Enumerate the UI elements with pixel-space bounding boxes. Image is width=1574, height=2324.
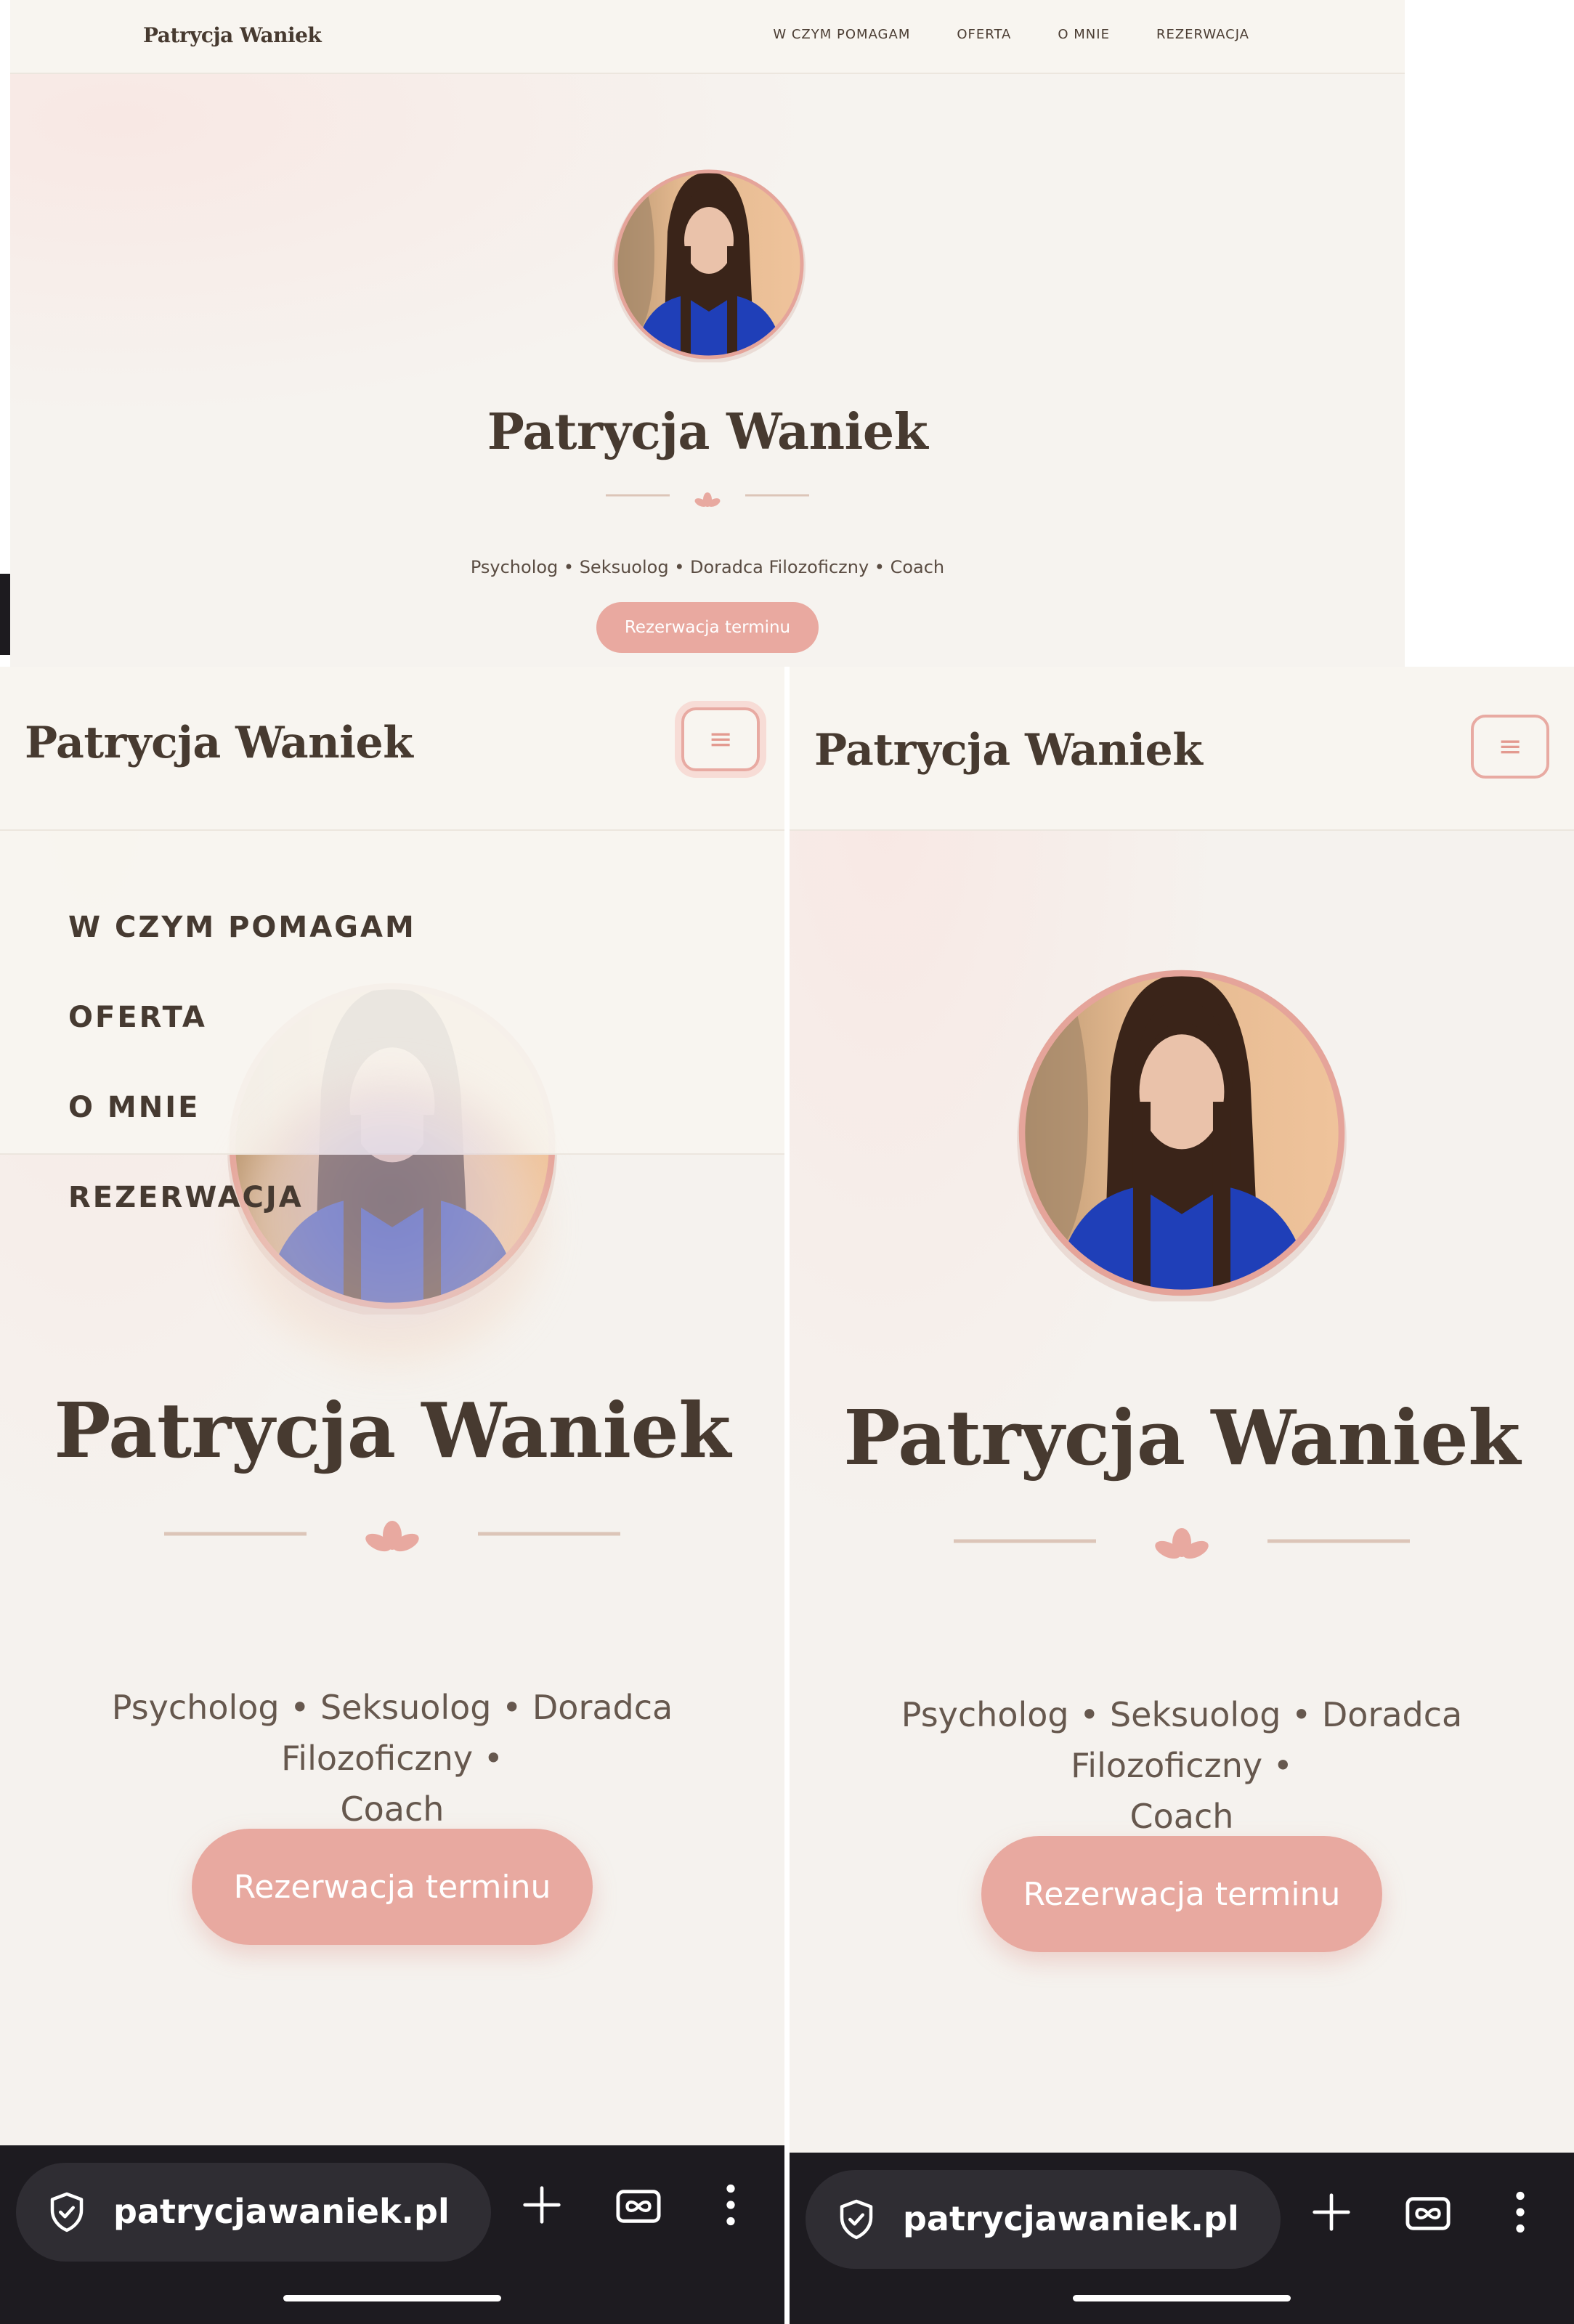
- tagline-line-2: Coach: [1129, 1797, 1234, 1836]
- tab-switcher-icon[interactable]: [616, 2189, 661, 2224]
- hero-title: Patrycja Waniek: [843, 1393, 1520, 1482]
- url-text: patrycjawaniek.pl: [113, 2192, 450, 2231]
- blurred-photo-backdrop: [238, 1078, 543, 1383]
- desktop-view: Patrycja Waniek W CZYM POMAGAM OFERTA O …: [10, 0, 1405, 668]
- hamburger-icon: ≡: [1498, 730, 1522, 763]
- new-tab-plus-icon[interactable]: [522, 2185, 562, 2225]
- brand-logo[interactable]: Patrycja Waniek: [814, 725, 1203, 776]
- more-vertical-icon[interactable]: [725, 2183, 737, 2227]
- nav-item-o-mnie[interactable]: O MNIE: [1058, 27, 1110, 42]
- lotus-divider: [164, 1521, 620, 1552]
- booking-button[interactable]: Rezerwacja terminu: [981, 1836, 1382, 1952]
- booking-button[interactable]: Rezerwacja terminu: [596, 602, 819, 653]
- tagline-line-1: Psycholog • Seksuolog • Doradca Filozofi…: [111, 1688, 673, 1778]
- tagline-line-1: Psycholog • Seksuolog • Doradca Filozofi…: [901, 1695, 1463, 1785]
- window-edge: [0, 574, 10, 655]
- browser-toolbar: patrycjawaniek.pl: [790, 2153, 1574, 2324]
- mobile-header: Patrycja Waniek ≡: [790, 667, 1574, 831]
- booking-button[interactable]: Rezerwacja terminu: [192, 1829, 593, 1945]
- shield-check-icon: [840, 2199, 873, 2240]
- address-bar[interactable]: patrycjawaniek.pl: [16, 2163, 491, 2262]
- gesture-bar: [1073, 2295, 1291, 2301]
- nav-item-w-czym-pomagam[interactable]: W CZYM POMAGAM: [773, 27, 910, 42]
- nav-item-w-czym-pomagam[interactable]: W CZYM POMAGAM: [68, 911, 416, 944]
- lotus-icon: [365, 1521, 419, 1552]
- nav-item-oferta[interactable]: OFERTA: [68, 1001, 207, 1034]
- hero-title: Patrycja Waniek: [54, 1386, 731, 1475]
- nav-menu: W CZYM POMAGAM OFERTA O MNIE REZERWACJA: [773, 27, 1249, 42]
- nav-item-oferta[interactable]: OFERTA: [957, 27, 1011, 42]
- mobile-nav-dropdown: W CZYM POMAGAM OFERTA O MNIE REZERWACJA: [0, 831, 784, 1383]
- hamburger-icon: ≡: [708, 723, 733, 756]
- menu-toggle-button[interactable]: ≡: [1471, 715, 1549, 779]
- brand-logo[interactable]: Patrycja Waniek: [143, 23, 322, 47]
- browser-toolbar: patrycjawaniek.pl: [0, 2145, 784, 2324]
- lotus-divider: [606, 492, 809, 507]
- tagline-line-2: Coach: [340, 1789, 445, 1829]
- nav-item-rezerwacja[interactable]: REZERWACJA: [68, 1181, 304, 1214]
- nav-item-rezerwacja[interactable]: REZERWACJA: [1156, 27, 1249, 42]
- hero-tagline: Psycholog • Seksuolog • Doradca Filozofi…: [22, 1682, 763, 1835]
- lotus-icon: [694, 492, 721, 507]
- lotus-icon: [1155, 1528, 1209, 1559]
- hero-tagline: Psycholog • Seksuolog • Doradca Filozofi…: [811, 1689, 1552, 1842]
- lotus-divider: [954, 1528, 1410, 1559]
- mobile-view-menu-open: Patrycja Waniek ≡ W CZYM POMAGAM OFERTA …: [0, 667, 784, 2324]
- mobile-view-menu-closed: Patrycja Waniek ≡ Patrycja Waniek Psycho…: [790, 667, 1574, 2324]
- hero-tagline: Psycholog • Seksuolog • Doradca Filozofi…: [470, 557, 945, 577]
- new-tab-plus-icon[interactable]: [1311, 2192, 1352, 2232]
- menu-toggle-button[interactable]: ≡: [681, 707, 760, 771]
- nav-item-o-mnie[interactable]: O MNIE: [68, 1091, 200, 1124]
- more-vertical-icon[interactable]: [1514, 2190, 1526, 2234]
- tab-switcher-icon[interactable]: [1405, 2196, 1451, 2231]
- shield-check-icon: [50, 2192, 84, 2232]
- profile-photo: [612, 169, 806, 362]
- hero-title: Patrycja Waniek: [487, 403, 928, 461]
- gesture-bar: [283, 2295, 501, 2301]
- top-navbar: Patrycja Waniek W CZYM POMAGAM OFERTA O …: [10, 0, 1405, 74]
- brand-logo[interactable]: Patrycja Waniek: [25, 718, 413, 768]
- mobile-header: Patrycja Waniek ≡: [0, 667, 784, 831]
- url-text: patrycjawaniek.pl: [903, 2199, 1239, 2238]
- profile-photo: [1017, 970, 1347, 1301]
- address-bar[interactable]: patrycjawaniek.pl: [806, 2170, 1281, 2269]
- panel-separator: [784, 667, 790, 2324]
